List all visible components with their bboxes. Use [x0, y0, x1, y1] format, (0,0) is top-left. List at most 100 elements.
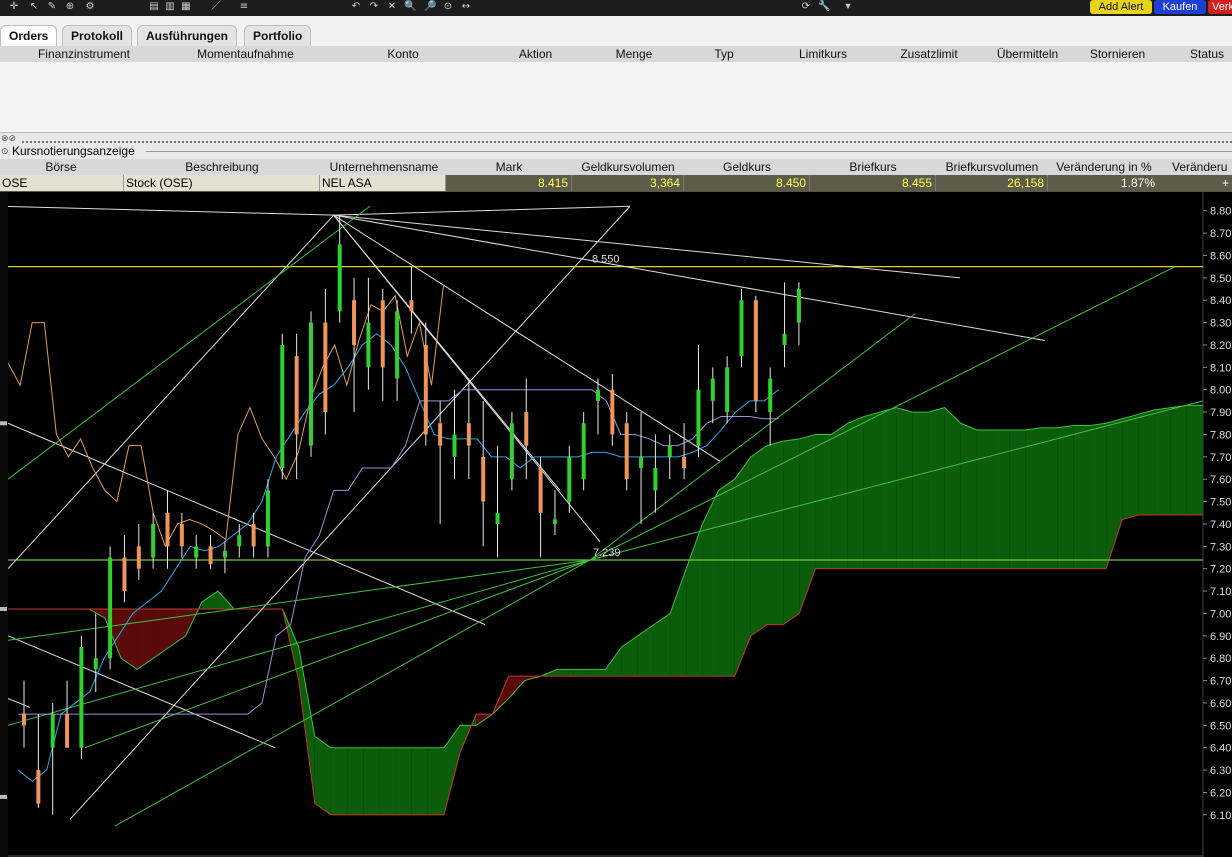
col-zusatzlimit[interactable]: Zusatzlimit [878, 46, 980, 62]
candle-up [768, 378, 773, 413]
chart-bar-icon[interactable]: ▤ [148, 1, 160, 13]
add-alert-button[interactable]: Add Alert [1090, 0, 1152, 14]
candle-up [796, 289, 801, 323]
pencil-icon[interactable]: ✎ [46, 1, 58, 13]
cloud-bullish [589, 669, 606, 677]
cloud-bullish [1057, 425, 1074, 569]
fan-line-green-2 [84, 559, 591, 749]
candle-up [495, 512, 500, 524]
undo-icon[interactable]: ↶ [350, 1, 362, 13]
col-geldkursvolumen[interactable]: Geldkursvolumen [572, 159, 684, 175]
cloud-bullish [411, 747, 428, 815]
fib-icon[interactable]: ≡ [238, 1, 250, 13]
col-geldkurs[interactable]: Geldkurs [684, 159, 810, 175]
zoom-out-icon[interactable]: 🔎 [424, 1, 436, 13]
y-tick-label: 7.60 [1210, 474, 1231, 486]
col-mark[interactable]: Mark [446, 159, 572, 175]
chart-line-icon[interactable]: ▦ [180, 1, 192, 13]
candle-down [409, 300, 414, 312]
scroll-icon[interactable]: ↔ [460, 1, 472, 13]
col-momentaufnahme[interactable]: Momentaufnahme [168, 46, 323, 62]
candle-up [710, 378, 715, 401]
candle-down [136, 546, 141, 569]
cloud-bullish [1025, 427, 1042, 569]
price-annotation-0: 8.550 [592, 254, 620, 266]
fan-line-white-0 [0, 205, 334, 216]
cloud-bullish [1073, 425, 1090, 569]
chart-canvas[interactable]: 8.550 7.239 8.80 8.70 8.60 8.50 8.40 8.30 8.20 8.… [0, 192, 1232, 857]
redo-icon[interactable]: ↷ [368, 1, 380, 13]
candle-up [739, 300, 744, 357]
candle-up [151, 523, 156, 558]
col-typ[interactable]: Typ [680, 46, 768, 62]
y-tick-label: 7.20 [1210, 564, 1231, 576]
candle-up [337, 244, 342, 312]
col-aktion[interactable]: Aktion [483, 46, 588, 62]
col-veraenderung[interactable]: Veränderu [1172, 159, 1232, 175]
refresh-icon[interactable]: ⟳ [800, 1, 812, 13]
col-boerse[interactable]: Börse [0, 159, 122, 175]
cloud-bullish [799, 434, 816, 614]
trend-line-white-a [69, 205, 631, 820]
cloud-bullish [880, 407, 897, 569]
chart-candle-icon[interactable]: ▥ [164, 1, 176, 13]
candle-up [309, 322, 313, 446]
settings-icon[interactable]: ⚙ [84, 1, 96, 13]
orders-table-header: Finanzinstrument Momentaufnahme Konto Ak… [0, 46, 1232, 63]
arrow-icon[interactable]: ↖ [28, 1, 40, 13]
col-beschreibung[interactable]: Beschreibung [122, 159, 322, 175]
crosshair-icon[interactable]: ✛ [8, 1, 20, 13]
col-limitkurs[interactable]: Limitkurs [768, 46, 878, 62]
zoom-icon[interactable]: ⊕ [64, 1, 76, 13]
wrench-icon[interactable]: 🔧 [818, 1, 830, 13]
col-menge[interactable]: Menge [588, 46, 680, 62]
draw-line-icon[interactable]: ／ [210, 1, 222, 13]
y-tick-label: 7.90 [1210, 407, 1231, 419]
candle-up [452, 434, 457, 457]
cloud-bullish [444, 725, 461, 815]
cloud-bullish [783, 438, 800, 625]
y-tick-label: 6.90 [1210, 631, 1231, 643]
candle-down [466, 423, 471, 446]
cell-unternehmensname: NEL ASA [320, 175, 446, 191]
candle-down [682, 456, 687, 469]
price-chart[interactable]: 8.550 7.239 8.80 8.70 8.60 8.50 8.40 8.30 8.20 8.… [0, 191, 1232, 857]
cell-veraenderung-pct: 1.87% [1120, 176, 1155, 190]
tab-ausfuehrungen[interactable]: Ausführungen [137, 25, 237, 46]
col-uebermitteln[interactable]: Übermitteln [980, 46, 1075, 62]
left-marker-1 [0, 606, 7, 611]
tab-protokoll[interactable]: Protokoll [62, 25, 133, 46]
col-stornieren[interactable]: Stornieren [1075, 46, 1160, 62]
y-tick-label: 6.10 [1210, 810, 1231, 822]
col-unternehmensname[interactable]: Unternehmensname [322, 159, 446, 175]
dropdown-icon[interactable]: ▾ [842, 1, 854, 13]
y-tick-label: 7.70 [1210, 452, 1231, 464]
zoom-reset-icon[interactable]: ⊙ [442, 1, 454, 13]
cloud-bullish [766, 441, 784, 625]
col-briefkurs[interactable]: Briefkurs [810, 159, 936, 175]
zoom-in-icon[interactable]: 🔍 [404, 1, 416, 13]
col-status[interactable]: Status [1190, 46, 1232, 62]
cloud-bullish [330, 747, 348, 815]
collapse-icon[interactable]: ⊗⊘ [1, 133, 16, 144]
orders-table-body [0, 62, 1232, 132]
cloud-bullish [993, 429, 1010, 569]
cloud-bullish [347, 747, 364, 815]
col-briefkursvolumen[interactable]: Briefkursvolumen [936, 159, 1048, 175]
delete-icon[interactable]: ✕ [386, 1, 398, 13]
col-finanzinstrument[interactable]: Finanzinstrument [0, 46, 168, 62]
chevron-down-icon[interactable]: ⊙ [1, 144, 9, 159]
sell-button[interactable]: Verk [1208, 0, 1232, 14]
col-konto[interactable]: Konto [323, 46, 483, 62]
candle-down [208, 546, 213, 565]
tab-portfolio[interactable]: Portfolio [244, 25, 312, 46]
candle-down [610, 389, 615, 435]
candle-up [366, 322, 371, 368]
tab-orders[interactable]: Orders [0, 25, 58, 46]
quote-row[interactable]: OSE Stock (OSE) NEL ASA 8.415 3,364 8.45… [0, 175, 1232, 191]
col-veraenderung-pct[interactable]: Veränderung in % [1048, 159, 1160, 175]
y-tick-label: 7.80 [1210, 429, 1231, 441]
candle-up [567, 456, 572, 502]
buy-button[interactable]: Kaufen [1154, 0, 1206, 14]
candle-down [65, 714, 70, 748]
